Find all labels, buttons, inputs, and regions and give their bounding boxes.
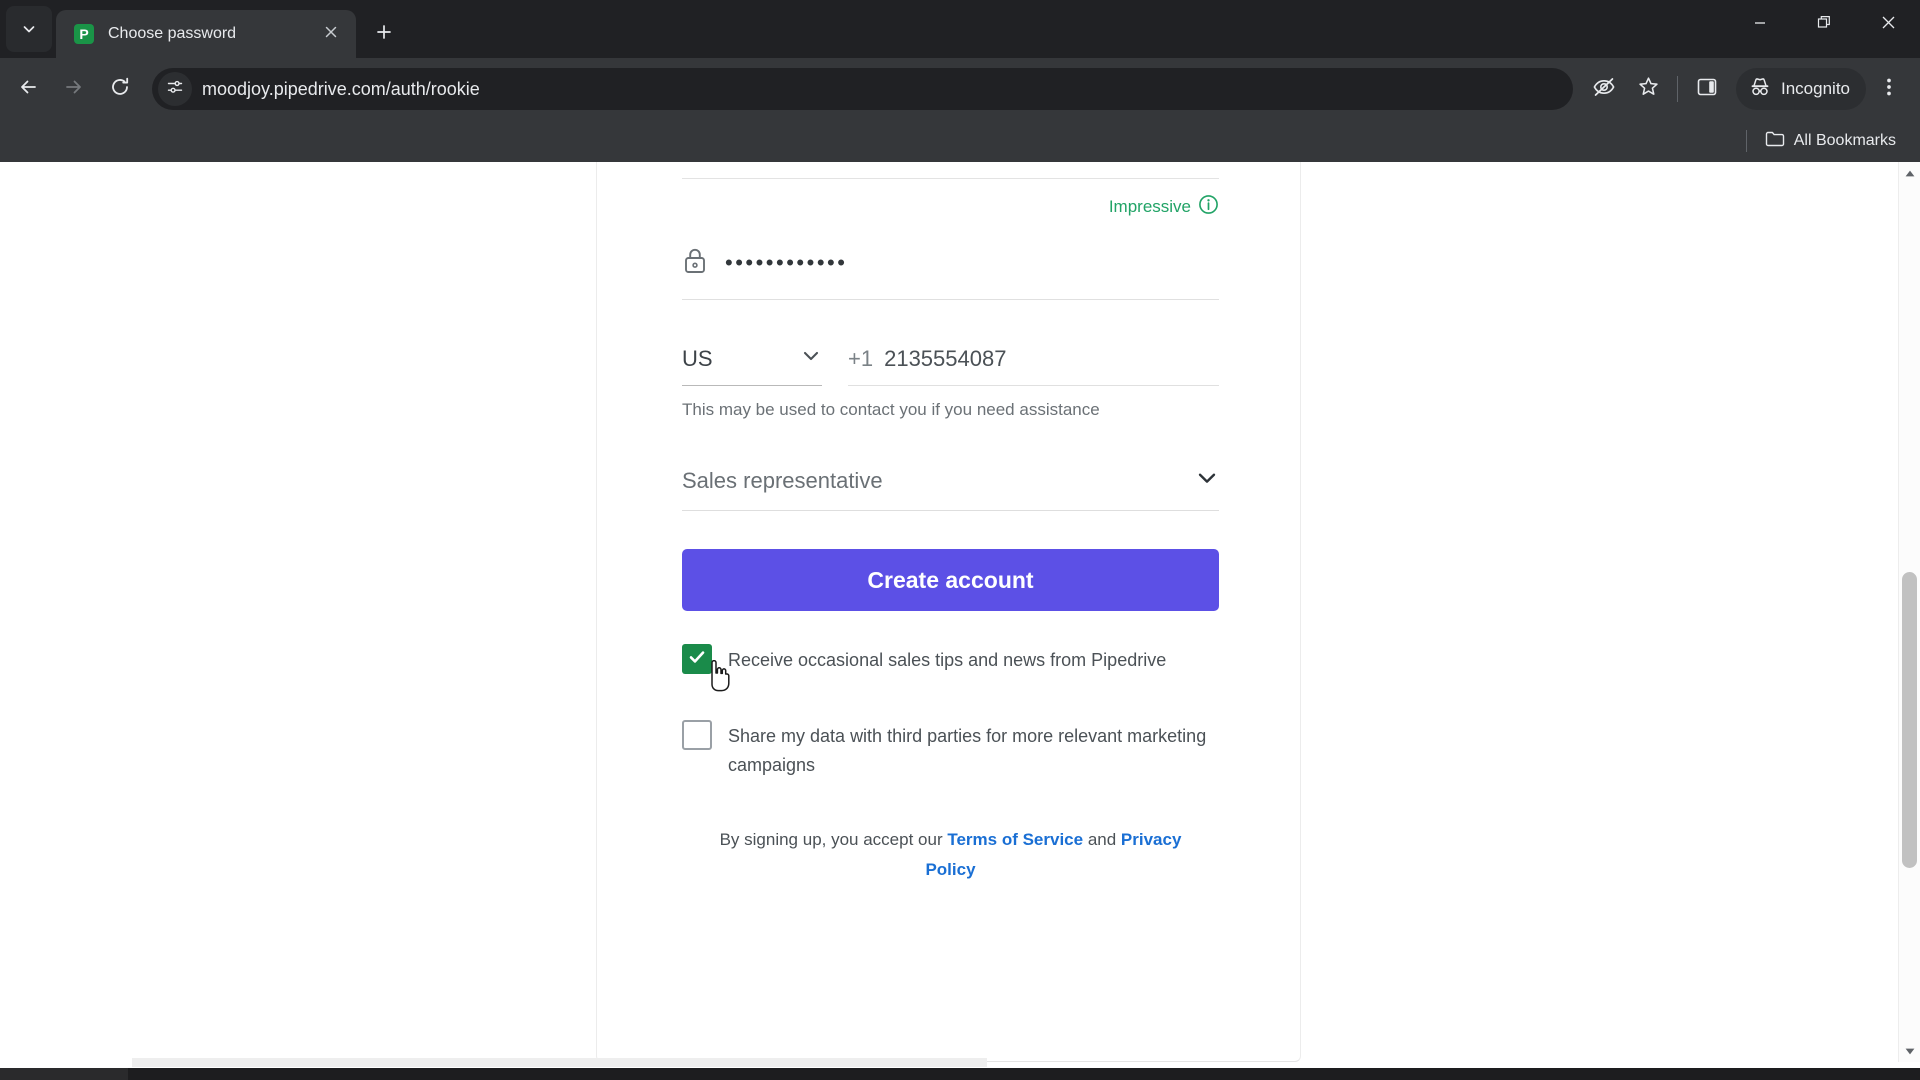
side-panel-icon [1696,76,1718,103]
close-icon [324,25,338,44]
dial-prefix: +1 [848,346,874,371]
close-icon [1881,15,1896,35]
signup-form: Impressive •••••••••••• US +1 2135554087… [682,162,1219,884]
restore-icon [1817,15,1832,35]
legal-text: By signing up, you accept our Terms of S… [682,825,1219,883]
country-code-select[interactable]: US [682,345,822,386]
horizontal-scrollbar-thumb[interactable] [132,1058,987,1067]
incognito-indicator[interactable]: Incognito [1736,68,1866,110]
chevron-down-icon [21,21,37,37]
info-circle-icon[interactable] [1198,194,1219,220]
newsletter-checkbox[interactable] [682,644,712,674]
browser-menu-button[interactable] [1868,68,1910,110]
tab-title: Choose password [108,25,237,42]
url-text[interactable]: moodjoy.pipedrive.com/auth/rookie [202,79,480,100]
tracking-protection-button[interactable] [1583,68,1625,110]
address-bar[interactable]: moodjoy.pipedrive.com/auth/rookie [152,68,1573,110]
password-field[interactable]: •••••••••••• [682,243,1219,283]
terms-of-service-link[interactable]: Terms of Service [947,830,1083,849]
restore-button[interactable] [1792,0,1856,50]
chevron-down-icon [1195,466,1219,495]
back-button[interactable] [6,67,50,111]
password-strength-row: Impressive [682,194,1219,220]
newsletter-label: Receive occasional sales tips and news f… [728,650,1167,670]
create-account-button[interactable]: Create account [682,549,1219,611]
plus-icon [375,23,393,46]
all-bookmarks-button[interactable]: All Bookmarks [1757,125,1904,158]
toolbar-divider [1677,76,1678,102]
new-tab-button[interactable] [364,14,404,54]
phone-number-input[interactable]: +1 2135554087 [848,346,1219,386]
site-settings-icon [166,78,184,101]
browser-tab[interactable]: P Choose password [56,10,356,58]
close-window-button[interactable] [1856,0,1920,50]
country-code-value: US [682,345,713,371]
folder-icon [1765,130,1785,153]
scroll-up-button[interactable] [1899,162,1920,184]
all-bookmarks-label: All Bookmarks [1793,132,1896,149]
vertical-scrollbar[interactable] [1898,162,1920,1062]
side-panel-button[interactable] [1686,68,1728,110]
signup-card: Impressive •••••••••••• US +1 2135554087… [596,162,1301,1062]
tab-strip: P Choose password [0,0,1920,58]
page-viewport: Impressive •••••••••••• US +1 2135554087… [0,162,1920,1080]
browser-window: P Choose password moodjoy.pipedrive.com/… [0,0,1920,1080]
vertical-scrollbar-thumb[interactable] [1902,572,1917,868]
bookmarks-bar: All Bookmarks [0,120,1920,162]
bookmark-button[interactable] [1627,68,1669,110]
tab-search-button[interactable] [6,6,52,52]
consent-row-newsletter: Receive occasional sales tips and news f… [682,643,1219,692]
tab-favicon: P [74,24,94,44]
os-taskbar [0,1068,1920,1080]
reload-icon [109,76,131,103]
scroll-down-arrow-icon [1905,1042,1915,1060]
legal-prefix: By signing up, you accept our [719,830,948,850]
data-sharing-checkbox[interactable] [682,720,712,751]
incognito-icon [1748,75,1772,104]
bookmarks-divider [1745,130,1747,152]
legal-conjunction: and [1083,830,1121,850]
password-strength-label: Impressive [1108,197,1191,216]
password-value[interactable]: •••••••••••• [725,252,847,274]
chevron-down-icon [800,345,822,372]
reload-button[interactable] [98,67,142,111]
password-underline [682,299,1219,300]
role-select[interactable]: Sales representative [682,466,1219,511]
arrow-forward-icon [63,76,85,103]
phone-number-value[interactable]: 2135554087 [884,346,1006,372]
toolbar-actions: Incognito [1583,68,1910,110]
scroll-down-button[interactable] [1899,1040,1920,1062]
site-info-button[interactable] [158,72,192,106]
tab-close-button[interactable] [318,21,344,47]
forward-button[interactable] [52,67,96,111]
data-sharing-label: Share my data with third parties for mor… [728,726,1207,775]
minimize-icon [1753,16,1767,35]
field-top-divider [682,178,1219,179]
phone-row: US +1 2135554087 [682,345,1219,386]
three-dots-icon [1886,76,1892,103]
browser-toolbar: moodjoy.pipedrive.com/auth/rookie Incogn… [0,58,1920,120]
check-icon [687,647,707,672]
lock-icon [682,247,708,280]
window-controls [1728,0,1920,50]
phone-helper-text: This may be used to contact you if you n… [682,400,1100,419]
star-icon [1637,75,1660,103]
taskbar-start-area [0,1068,128,1080]
eye-slash-icon [1592,75,1616,104]
role-value: Sales representative [682,467,883,493]
minimize-button[interactable] [1728,0,1792,50]
consent-row-data-sharing: Share my data with third parties for mor… [682,719,1219,779]
arrow-back-icon [17,76,39,103]
scroll-up-arrow-icon [1905,164,1915,182]
incognito-label: Incognito [1781,79,1850,98]
horizontal-scrollbar[interactable] [0,1058,1898,1068]
